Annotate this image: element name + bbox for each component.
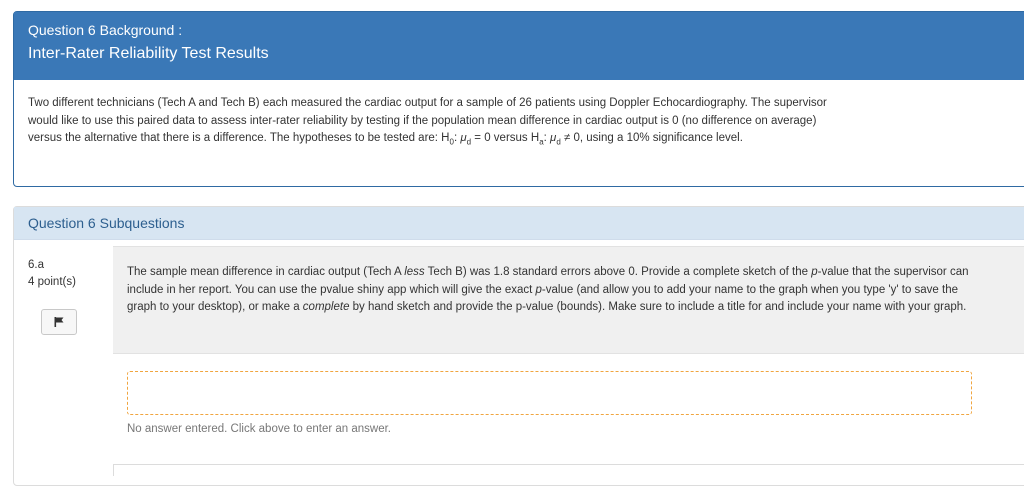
prompt-part-2: Tech B) was 1.8 standard errors above 0.… (424, 266, 812, 278)
subquestions-header: Question 6 Subquestions (14, 207, 1024, 240)
subquestion-box: The sample mean difference in cardiac ou… (113, 246, 1024, 467)
subquestion-meta: 6.a 4 point(s) (28, 257, 76, 291)
subquestion-points: 4 point(s) (28, 276, 76, 288)
prompt-part-5: by hand sketch and provide the p-value (… (349, 301, 967, 314)
question-background-panel: Question 6 Background : Inter-Rater Reli… (13, 11, 1024, 187)
no-answer-text: No answer entered. Click above to enter … (127, 423, 392, 435)
subquestion-number: 6.a (28, 259, 44, 271)
background-label: Question 6 Background : (28, 22, 183, 38)
background-text: Two different technicians (Tech A and Te… (14, 80, 844, 151)
subquestion-prompt: The sample mean difference in cardiac ou… (113, 246, 1024, 354)
background-title: Inter-Rater Reliability Test Results (28, 45, 269, 62)
prompt-less: less (404, 266, 425, 278)
subquestions-panel: Question 6 Subquestions 6.a 4 point(s) T… (13, 206, 1024, 486)
flag-button[interactable] (41, 309, 77, 335)
answer-input-area[interactable] (127, 371, 972, 415)
prompt-complete: complete (302, 301, 350, 314)
flag-icon (54, 317, 64, 327)
subquestion-prompt-text: The sample mean difference in cardiac ou… (127, 264, 977, 317)
background-header: Question 6 Background : Inter-Rater Reli… (14, 12, 1024, 80)
ha-rest: ≠ 0, using a 10% significance level. (560, 132, 743, 144)
prompt-part-1: The sample mean difference in cardiac ou… (127, 266, 405, 278)
h0-rest: = 0 versus H (471, 132, 540, 144)
